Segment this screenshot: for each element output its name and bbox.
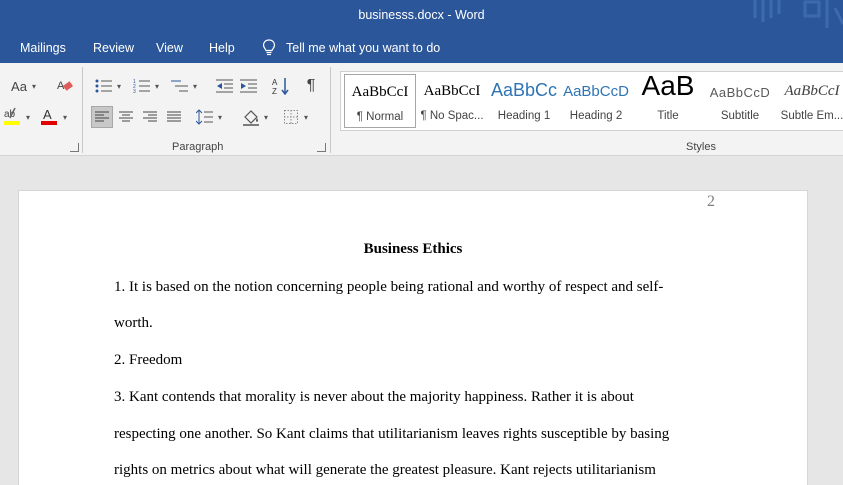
document-line: worth. [114,315,153,331]
window-title: businesss.docx - Word [358,8,485,22]
decrease-indent-icon [216,79,233,93]
document-line: 3. Kant contends that morality is never … [114,389,634,405]
font-color-icon: A [41,107,57,125]
paragraph-group-label: Paragraph [172,141,224,153]
highlighter-icon: ab [4,107,20,125]
borders-button[interactable] [280,106,302,128]
justify-icon [167,111,181,122]
lightbulb-icon [262,39,276,56]
svg-text:3: 3 [133,89,136,94]
chevron-down-icon: ▾ [218,113,223,122]
title-bar: businesss.docx - Word [0,0,843,33]
tell-me-search[interactable]: Tell me what you want to do [262,39,440,56]
numbered-list-icon: 123 [133,79,150,94]
font-dialog-launcher[interactable] [70,143,79,152]
tab-view[interactable]: View [156,41,183,55]
sort-button[interactable]: AZ [270,75,292,97]
decrease-indent-button[interactable] [214,75,236,97]
sort-az-icon: AZ [272,78,289,95]
ribbon: Aa ▾ A ab ▾ A ▾ ▾ 123 ▾ ▾ A Z ¶ ▾ ▾ ▾ Pa… [0,63,843,156]
chevron-down-icon: ▾ [117,82,122,91]
svg-text:Z: Z [272,87,277,95]
chevron-down-icon: ▾ [193,82,198,91]
tell-me-text: Tell me what you want to do [286,40,441,55]
line-spacing-icon [196,109,213,125]
chevron-down-icon: ▾ [63,113,68,122]
style-subtle-emphasis[interactable]: AaBbCcI Subtle Em... [776,74,843,128]
document-line: rights on metrics about what will genera… [114,462,656,478]
group-separator [82,67,83,153]
align-center-button[interactable] [115,106,137,128]
increase-indent-icon [240,79,257,93]
document-canvas: 2 Business Ethics 1. It is based on the … [0,157,843,485]
style-no-spacing[interactable]: AaBbCcI ¶ No Spac... [416,74,488,128]
numbering-button[interactable]: 123 [130,75,154,97]
align-center-icon [119,111,133,122]
title-bar-pattern [753,0,843,28]
document-line: respecting one another. So Kant claims t… [114,426,670,442]
chevron-down-icon: ▾ [304,113,309,122]
paragraph-dialog-launcher[interactable] [317,143,326,152]
change-case-button[interactable]: Aa [8,77,30,95]
tab-help[interactable]: Help [209,41,235,55]
styles-group-label: Styles [686,141,716,153]
font-color-button[interactable]: A [38,105,60,127]
highlight-color-button[interactable]: ab [2,105,24,127]
chevron-down-icon: ▾ [155,82,160,91]
multilevel-list-button[interactable] [168,75,192,97]
bullets-button[interactable] [92,75,116,97]
group-separator [330,67,331,153]
styles-gallery: AaBbCcI ¶ Normal AaBbCcI ¶ No Spac... Aa… [340,71,843,131]
bullet-list-icon [95,79,112,93]
align-left-button[interactable] [91,106,113,128]
chevron-down-icon: ▾ [32,82,37,91]
style-subtitle[interactable]: AaBbCcD Subtitle [704,74,776,128]
align-right-button[interactable] [139,106,161,128]
chevron-down-icon: ▾ [264,113,269,122]
document-page[interactable]: 2 Business Ethics 1. It is based on the … [18,190,808,485]
align-right-icon [143,111,157,122]
tab-mailings[interactable]: Mailings [20,41,66,55]
svg-text:A: A [43,107,52,122]
page-number: 2 [707,193,715,210]
chevron-down-icon: ▾ [26,113,31,122]
document-line: 2. Freedom [114,352,183,368]
style-heading-1[interactable]: AaBbCc Heading 1 [488,74,560,128]
line-spacing-button[interactable] [194,106,216,128]
style-title[interactable]: AaB Title [632,74,704,128]
shading-button[interactable] [240,106,262,128]
ribbon-tabs: Mailings Review View Help Tell me what y… [0,33,843,63]
paint-bucket-icon [243,110,259,126]
align-left-icon [95,111,109,122]
style-heading-2[interactable]: AaBbCcD Heading 2 [560,74,632,128]
document-title: Business Ethics [363,241,463,257]
tab-review[interactable]: Review [93,41,134,55]
borders-icon [284,110,298,124]
clear-formatting-button[interactable]: A [54,75,76,97]
document-line: 1. It is based on the notion concerning … [114,279,664,295]
style-normal[interactable]: AaBbCcI ¶ Normal [344,74,416,128]
svg-text:A: A [272,78,278,87]
show-hide-marks-button[interactable]: ¶ [300,75,322,97]
multilevel-list-icon [171,80,188,92]
pilcrow-icon: ¶ [306,77,316,94]
eraser-icon: A [57,80,73,92]
increase-indent-button[interactable] [238,75,260,97]
justify-button[interactable] [163,106,185,128]
